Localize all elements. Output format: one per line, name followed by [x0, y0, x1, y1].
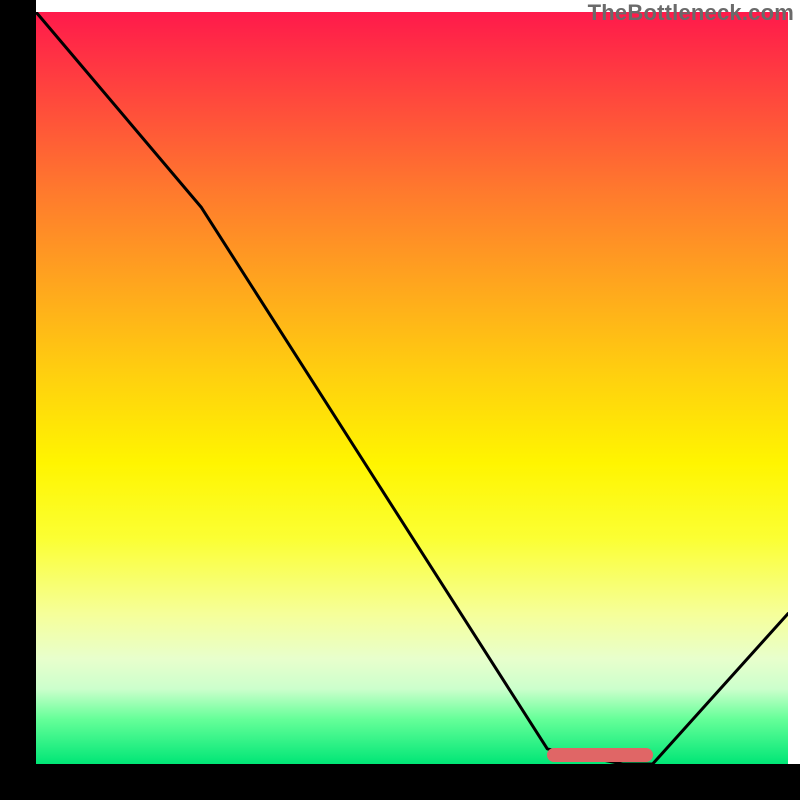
plot-area: [36, 12, 788, 764]
axis-bottom-spine: [0, 764, 800, 800]
watermark-text: TheBottleneck.com: [588, 0, 794, 26]
sweet-spot-marker: [547, 748, 652, 762]
bottleneck-curve: [36, 12, 788, 764]
curve-layer: [36, 12, 788, 764]
chart-canvas: TheBottleneck.com: [0, 0, 800, 800]
axis-left-spine: [0, 0, 36, 800]
